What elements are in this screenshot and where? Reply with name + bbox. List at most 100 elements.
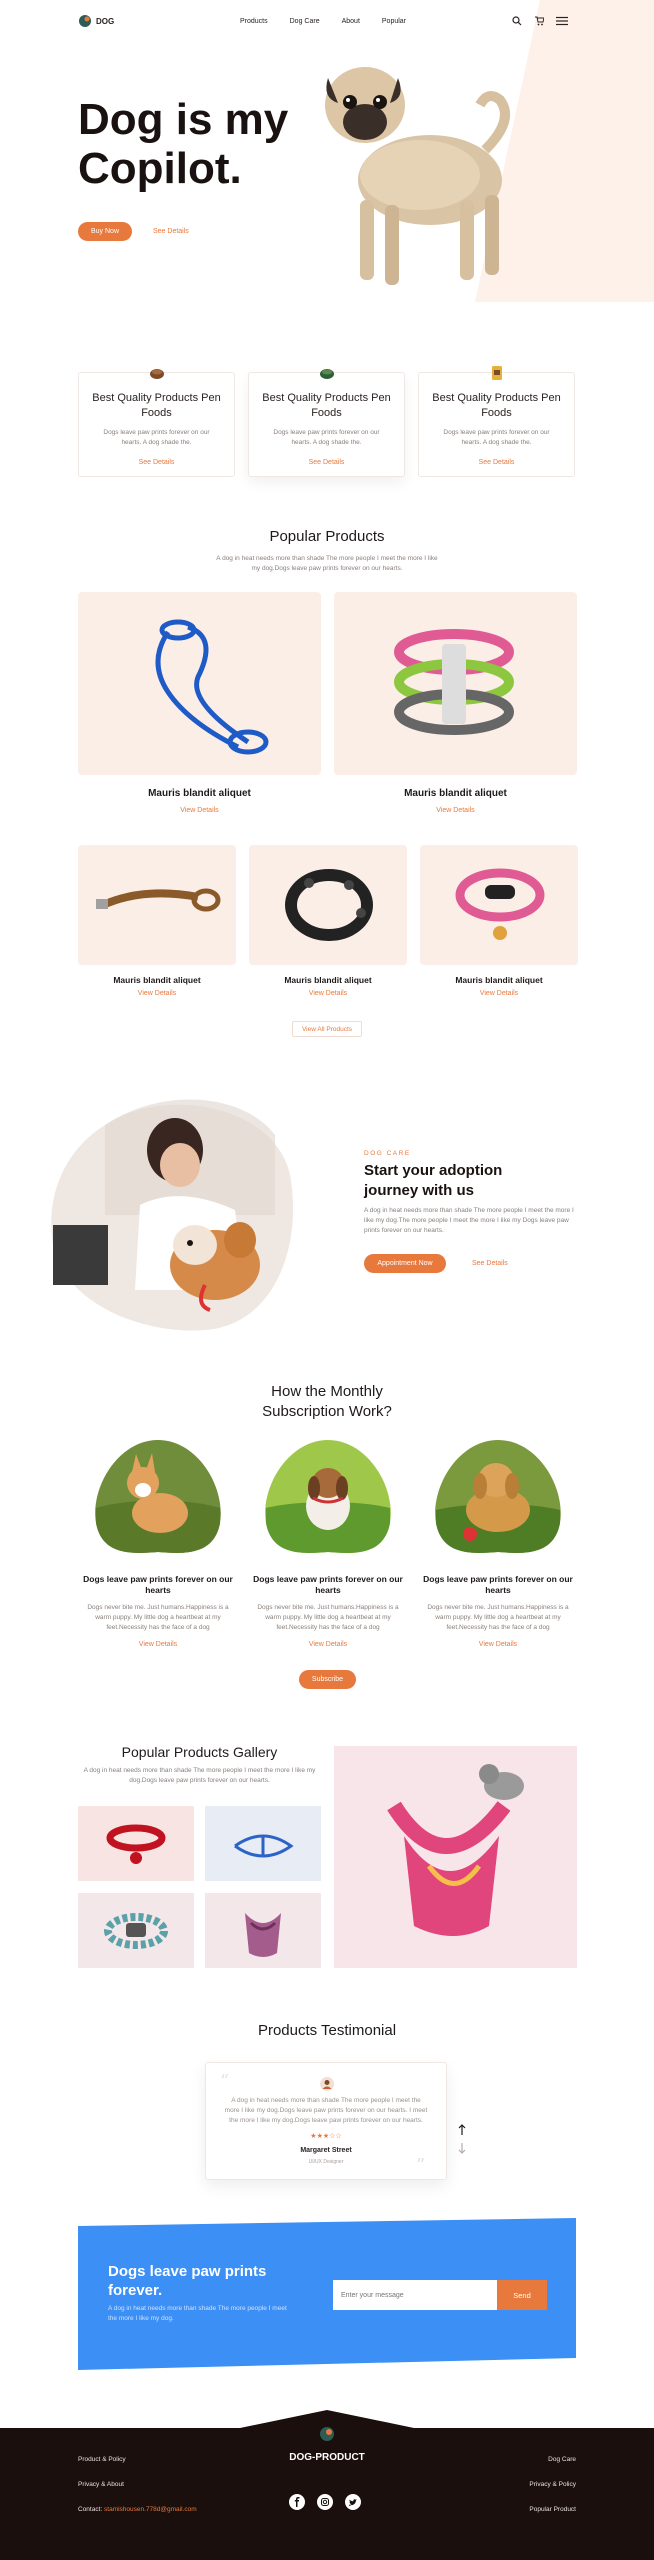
gallery-image-purple-harness[interactable] (205, 1893, 321, 1968)
subscription-image-beagle (258, 1438, 398, 1556)
product-name: Mauris blandit aliquet (455, 975, 543, 985)
buy-now-button[interactable]: Buy Now (78, 222, 132, 241)
avatar (320, 2077, 334, 2091)
subscription-title-line1: How the Monthly (271, 1383, 383, 1400)
product-view-details-link[interactable]: View Details (249, 990, 407, 997)
product-image-leash[interactable] (78, 592, 321, 775)
gallery-image-pink-harness[interactable] (334, 1746, 577, 1968)
product-image-spiked-collar[interactable] (249, 845, 407, 965)
nav-dog-care[interactable]: Dog Care (290, 18, 320, 25)
twitter-icon[interactable] (345, 2494, 361, 2510)
footer-link-privacy-about[interactable]: Privacy & About (78, 2481, 124, 2488)
product-view-details-link[interactable]: View Details (334, 807, 577, 814)
popular-title: Popular Products (269, 528, 385, 545)
gallery-title: Popular Products Gallery (121, 1744, 278, 1760)
subscription-view-details-link[interactable]: View Details (420, 1641, 576, 1648)
nav-products[interactable]: Products (240, 18, 268, 25)
cart-icon[interactable] (534, 16, 544, 26)
footer-link-dog-care[interactable]: Dog Care (548, 2456, 576, 2463)
feature-title: Best Quality Products Pen Foods (432, 392, 561, 419)
main-nav: Products Dog Care About Popular (240, 18, 406, 25)
instagram-icon[interactable] (317, 2494, 333, 2510)
feature-title: Best Quality Products Pen Foods (92, 392, 221, 419)
product-image-leather-leash[interactable] (78, 845, 236, 965)
feature-title: Best Quality Products Pen Foods (262, 392, 391, 419)
arrow-up-icon[interactable] (458, 2124, 466, 2136)
subscription-image-golden (428, 1438, 568, 1556)
product-name: Mauris blandit aliquet (148, 788, 251, 799)
feature-see-details-link[interactable]: See Details (419, 459, 574, 466)
testimonial-quote: A dog in heat needs more than shade The … (224, 2097, 428, 2124)
gallery-subtitle: A dog in heat needs more than shade The … (83, 1767, 316, 1784)
product-view-details-link[interactable]: View Details (420, 990, 578, 997)
product-name: Mauris blandit aliquet (404, 788, 507, 799)
footer-contact-label: Contact: (78, 2506, 103, 2513)
arrow-down-icon[interactable] (458, 2142, 466, 2154)
header-icons (512, 16, 568, 26)
product-name: Mauris blandit aliquet (284, 975, 372, 985)
subscription-title: How the Monthly Subscription Work? (0, 1382, 654, 1423)
footer-contact-email[interactable]: stamishousen.778d@gmail.com (104, 2506, 197, 2513)
subscription-title-line2: Subscription Work? (262, 1403, 392, 1421)
appointment-now-button[interactable]: Appointment Now (364, 1254, 446, 1273)
hero-title-line2: Copilot. (78, 144, 242, 194)
subscribe-button[interactable]: Subscribe (299, 1670, 356, 1689)
feature-text: Dogs leave paw prints forever on our hea… (443, 429, 550, 446)
food-bowl-icon (150, 369, 164, 379)
subscription-image-corgi (88, 1438, 228, 1556)
search-icon[interactable] (512, 16, 522, 26)
subscription-view-details-link[interactable]: View Details (80, 1641, 236, 1648)
gallery-image-red-collar[interactable] (78, 1806, 194, 1881)
hero-see-details-link[interactable]: See Details (153, 228, 189, 235)
subscription-step-title: Dogs leave paw prints forever on our hea… (423, 1574, 573, 1596)
testimonial-stars: ★★★☆☆ (310, 2133, 342, 2140)
product-view-details-link[interactable]: View Details (78, 807, 321, 814)
subscription-step-text: Dogs never bite me. Just humans.Happines… (87, 1604, 229, 1631)
feature-card-2: Best Quality Products Pen Foods Dogs lea… (248, 369, 405, 477)
nav-about[interactable]: About (342, 18, 360, 25)
facebook-icon[interactable] (289, 2494, 305, 2510)
send-button[interactable]: Send (497, 2280, 547, 2310)
product-image-collars[interactable] (334, 592, 577, 775)
newsletter-title-line1: Dogs leave paw prints (108, 2263, 267, 2280)
feature-text: Dogs leave paw prints forever on our hea… (273, 429, 380, 446)
footer-contact: Contact: stamishousen.778d@gmail.com (78, 2506, 197, 2513)
footer-logo-icon (320, 2427, 334, 2441)
view-all-products-button[interactable]: View All Products (292, 1021, 362, 1037)
newsletter-text: A dog in heat needs more than shade The … (108, 2305, 287, 2322)
food-bowl-icon (320, 369, 334, 379)
social-icons (289, 2494, 361, 2510)
testimonial-title: Products Testimonial (257, 2022, 397, 2039)
gallery-image-blue-harness[interactable] (205, 1806, 321, 1881)
hero-title: Dog is my Copilot. (78, 95, 288, 194)
feature-card-1: Best Quality Products Pen Foods Dogs lea… (78, 369, 235, 477)
footer-link-privacy-policy[interactable]: Privacy & Policy (529, 2481, 576, 2488)
feature-card-3: Best Quality Products Pen Foods Dogs lea… (418, 366, 575, 477)
adoption-see-details-link[interactable]: See Details (472, 1260, 508, 1267)
product-image-pink-collar[interactable] (420, 845, 578, 965)
subscription-view-details-link[interactable]: View Details (250, 1641, 406, 1648)
feature-text: Dogs leave paw prints forever on our hea… (103, 429, 210, 446)
product-name: Mauris blandit aliquet (113, 975, 201, 985)
adoption-image-blob (45, 1095, 305, 1335)
food-bag-icon (492, 366, 502, 380)
testimonial-name: Margaret Street (300, 2147, 352, 2154)
nav-popular[interactable]: Popular (382, 18, 406, 25)
feature-see-details-link[interactable]: See Details (79, 459, 234, 466)
gallery-image-floral-collar[interactable] (78, 1893, 194, 1968)
feature-see-details-link[interactable]: See Details (249, 459, 404, 466)
newsletter-message-input[interactable] (333, 2280, 497, 2310)
footer-link-popular-product[interactable]: Popular Product (529, 2506, 576, 2513)
subscription-step-text: Dogs never bite me. Just humans.Happines… (257, 1604, 399, 1631)
logo[interactable]: DOG (78, 14, 114, 28)
footer-link-product-policy[interactable]: Product & Policy (78, 2456, 126, 2463)
quote-open-icon: “ (220, 2071, 230, 2092)
testimonial-role: UI/UX Designer (308, 2159, 344, 2165)
newsletter-title-line2: forever. (108, 2281, 163, 2299)
subscription-step-title: Dogs leave paw prints forever on our hea… (253, 1574, 403, 1596)
product-view-details-link[interactable]: View Details (78, 990, 236, 997)
menu-icon[interactable] (556, 16, 568, 26)
adoption-text: A dog in heat needs more than shade The … (364, 1207, 574, 1234)
hero-pug-image (300, 50, 530, 300)
adoption-title: Start your adoption journey with us (364, 1162, 503, 1199)
